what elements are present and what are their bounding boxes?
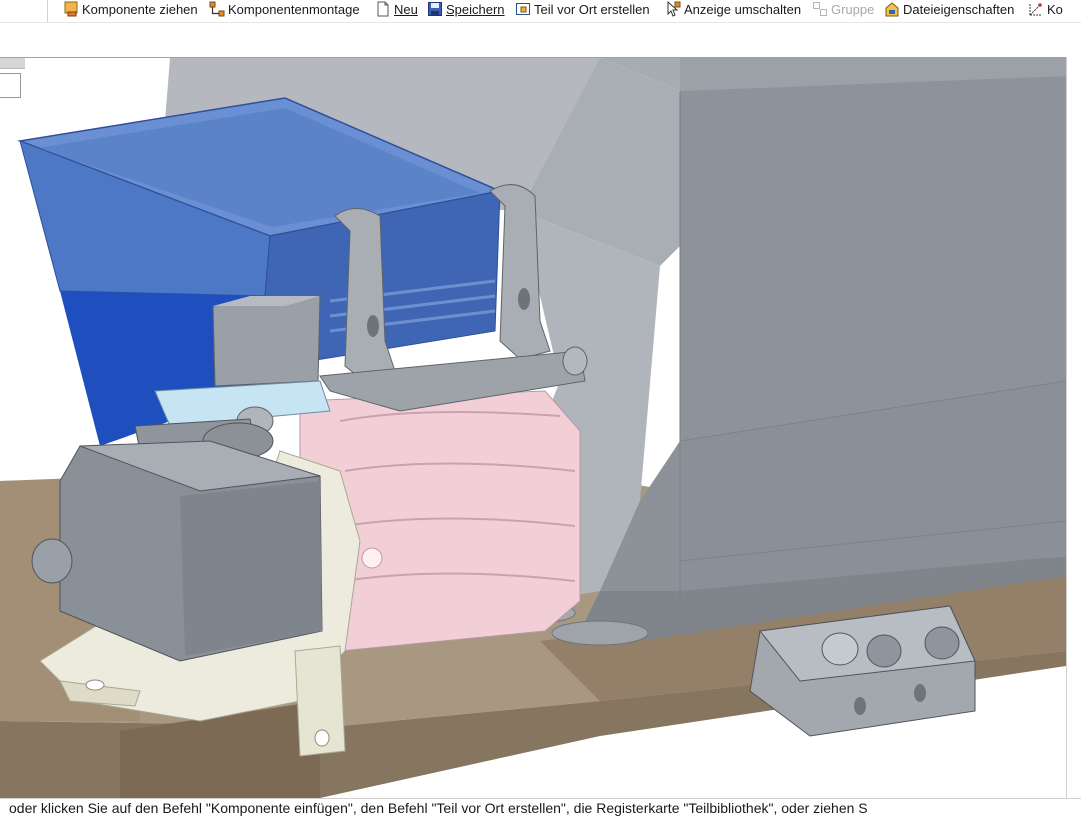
drag-component-button[interactable]: Komponente ziehen (63, 0, 198, 18)
coordinate-label: Ko (1047, 1, 1063, 17)
graphics-viewport[interactable] (0, 57, 1066, 798)
file-properties-button[interactable]: Dateieigenschaften (884, 0, 1014, 18)
group-label: Gruppe (831, 1, 875, 17)
create-in-place-button[interactable]: Teil vor Ort erstellen (515, 0, 650, 18)
file-properties-label: Dateieigenschaften (903, 1, 1015, 17)
side-panel-field[interactable] (0, 73, 21, 98)
assembly-model-render (0, 58, 1066, 798)
create-in-place-icon (516, 3, 530, 15)
assembly-icon (209, 1, 225, 17)
drag-component-label: Komponente ziehen (82, 1, 198, 17)
new-label: Neu (394, 1, 418, 17)
coordinate-button[interactable]: Ko (1028, 0, 1063, 18)
new-button[interactable]: Neu (375, 0, 418, 18)
toggle-display-icon (667, 1, 681, 17)
toggle-display-button[interactable]: Anzeige umschalten (665, 0, 801, 18)
create-in-place-label: Teil vor Ort erstellen (534, 1, 650, 17)
coordinate-icon (1029, 3, 1042, 16)
group-icon (813, 2, 827, 16)
drag-component-icon (64, 1, 78, 17)
prompt-text: oder klicken Sie auf den Befehl "Kompone… (9, 800, 868, 816)
save-icon (428, 2, 442, 16)
viewport-border (1066, 57, 1081, 798)
toggle-display-label: Anzeige umschalten (684, 1, 802, 17)
toolbar-separator (47, 0, 48, 22)
command-toolbar: Komponente ziehen Komponentenmontage Neu… (0, 0, 1081, 23)
group-button[interactable]: Gruppe (812, 0, 874, 18)
component-assembly-label: Komponentenmontage (228, 1, 360, 17)
new-document-icon (377, 1, 389, 17)
file-properties-icon (885, 2, 899, 17)
save-button[interactable]: Speichern (427, 0, 505, 18)
component-assembly-button[interactable]: Komponentenmontage (209, 0, 360, 18)
prompt-bar: oder klicken Sie auf den Befehl "Kompone… (0, 798, 1081, 816)
side-panel-header (0, 58, 25, 69)
save-label: Speichern (446, 1, 505, 17)
